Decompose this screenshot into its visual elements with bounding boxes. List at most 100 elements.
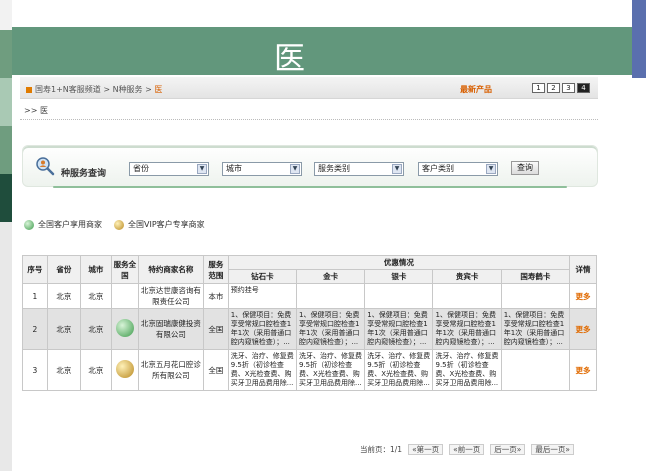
table-row: 3 北京 北京 北京五月花口腔诊所有限公司 全国 洗牙、治疗、修复费9.5折（初… <box>22 349 597 391</box>
col-header-detail: 详情 <box>569 255 597 284</box>
breadcrumb-item[interactable]: N种服务 <box>113 85 143 94</box>
slide-title-band: 医 <box>12 27 632 77</box>
page-button[interactable]: 1 <box>532 83 545 93</box>
col-header-crane: 国寿鹤卡 <box>500 269 571 284</box>
more-link[interactable]: 更多 <box>569 308 597 350</box>
cell-gold <box>295 283 366 309</box>
cell-city: 北京 <box>79 349 112 391</box>
green-badge-icon <box>115 319 134 337</box>
slide-strip <box>0 30 12 78</box>
chevron-down-icon: ▼ <box>392 164 402 174</box>
cell-merchant[interactable]: 北京达世康咨询有限责任公司 <box>137 283 204 309</box>
gold-badge-icon <box>115 360 134 378</box>
col-header-guest: 贵宾卡 <box>432 269 502 284</box>
web-page: 国寿1+N客服频道 > N种服务 > 医 最新产品 1 2 3 4 >> 医 种… <box>14 75 604 471</box>
cell-merchant[interactable]: 北京固瑞康健投资有限公司 <box>137 308 204 350</box>
cell-diamond: 1、保健项目：免费享受常规口腔检查1年1次（采用普通口腔内窥镜检查）；... <box>227 308 297 350</box>
cell-guest: 1、保健项目：免费享受常规口腔检查1年1次（采用普通口腔内窥镜检查）；... <box>432 308 502 350</box>
col-header-national: 服务全国 <box>110 255 139 284</box>
slide-accent-bar <box>632 0 646 78</box>
cell-crane <box>500 349 571 391</box>
cell-city: 北京 <box>79 283 112 309</box>
service-type-select-value: 服务类别 <box>318 164 350 173</box>
table-row: 2 北京 北京 北京固瑞康健投资有限公司 全国 1、保健项目：免费享受常规口腔检… <box>22 308 597 350</box>
slide-strip <box>0 126 12 174</box>
slide-strip <box>0 222 12 471</box>
cell-diamond: 洗牙、治疗、修复费9.5折（初诊检查费、X光检查费、购买牙卫用品费用除... <box>227 349 297 391</box>
page-button[interactable]: 2 <box>547 83 560 93</box>
last-page-button[interactable]: 最后一页» <box>531 444 574 455</box>
page-button-active[interactable]: 4 <box>577 83 590 93</box>
cell-crane: 1、保健项目：免费享受常规口腔检查1年1次（采用普通口腔内窥镜检查）；... <box>500 308 571 350</box>
col-header-diamond: 钻石卡 <box>227 269 297 284</box>
cell-province: 北京 <box>46 308 81 350</box>
cell-no: 2 <box>22 308 48 350</box>
more-link[interactable]: 更多 <box>569 349 597 391</box>
cell-province: 北京 <box>46 349 81 391</box>
slide-strip <box>0 78 12 126</box>
home-icon <box>26 86 32 93</box>
cell-silver: 1、保健项目：免费享受常规口腔检查1年1次（采用普通口腔内窥镜检查）；... <box>364 308 434 350</box>
chevron-down-icon: ▼ <box>290 164 300 174</box>
section-subheading: >> 医 <box>24 106 48 115</box>
search-label: 种服务查询 <box>61 169 107 179</box>
col-header-silver: 银卡 <box>364 269 434 284</box>
page-button[interactable]: 3 <box>562 83 575 93</box>
divider <box>20 119 598 120</box>
magnifier-person-icon <box>36 157 55 176</box>
breadcrumb-separator: > <box>145 85 152 94</box>
cell-crane <box>500 283 571 309</box>
green-badge-icon <box>24 219 34 230</box>
more-link[interactable]: 更多 <box>569 283 597 309</box>
service-type-select[interactable]: 服务类别 ▼ <box>314 162 404 176</box>
customer-type-select-value: 客户类别 <box>422 164 454 173</box>
cell-merchant[interactable]: 北京五月花口腔诊所有限公司 <box>137 349 204 391</box>
cell-guest <box>432 283 502 309</box>
cell-national <box>110 349 139 391</box>
col-header-no: 序号 <box>22 255 48 284</box>
search-panel: 种服务查询 省份 ▼ 城市 ▼ 服务类别 ▼ 客户类别 ▼ 查询 <box>22 145 598 188</box>
gold-badge-icon <box>114 219 124 230</box>
next-page-button[interactable]: 后一页» <box>490 444 526 455</box>
legend: 全国客户享用商家 全国VIP客户专享商家 <box>24 219 217 230</box>
merchant-table: 序号 省份 城市 服务全国 特约商家名称 服务范围 优惠情况 详情 钻石卡 金卡… <box>22 255 597 391</box>
legend-item: 全国VIP客户专享商家 <box>128 220 205 229</box>
cell-no: 1 <box>22 283 48 309</box>
customer-type-select[interactable]: 客户类别 ▼ <box>418 162 498 176</box>
slide-strip <box>0 174 12 222</box>
province-select[interactable]: 省份 ▼ <box>129 162 209 176</box>
prev-page-button[interactable]: «前一页 <box>449 444 485 455</box>
col-header-merchant: 特约商家名称 <box>137 255 204 284</box>
cell-province: 北京 <box>46 283 81 309</box>
new-products-label[interactable]: 最新产品 <box>460 84 492 95</box>
col-header-gold: 金卡 <box>295 269 366 284</box>
cell-guest: 洗牙、治疗、修复费9.5折（初诊检查费、X光检查费、购买牙卫用品费用除... <box>432 349 502 391</box>
current-page-label: 当前页：1/1 <box>360 445 403 454</box>
cell-no: 3 <box>22 349 48 391</box>
col-header-offers: 优惠情况 <box>227 255 571 270</box>
cell-gold: 1、保健项目：免费享受常规口腔检查1年1次（采用普通口腔内窥镜检查）；... <box>295 308 366 350</box>
query-button[interactable]: 查询 <box>511 161 539 175</box>
slide-title: 医 <box>274 41 305 77</box>
legend-item: 全国客户享用商家 <box>38 220 102 229</box>
cell-diamond: 预约挂号 <box>227 283 297 309</box>
first-page-button[interactable]: «第一页 <box>408 444 444 455</box>
breadcrumb-item[interactable]: 国寿1+N客服频道 <box>35 85 101 94</box>
table-row: 1 北京 北京 北京达世康咨询有限责任公司 本市 预约挂号 更多 <box>22 283 597 309</box>
breadcrumb-current: 医 <box>154 85 163 94</box>
cell-national <box>110 308 139 350</box>
province-select-value: 省份 <box>133 164 149 173</box>
col-header-city: 城市 <box>79 255 112 284</box>
breadcrumb: 国寿1+N客服频道 > N种服务 > 医 <box>26 84 162 95</box>
cell-scope: 全国 <box>202 308 229 350</box>
chevron-down-icon: ▼ <box>486 164 496 174</box>
city-select[interactable]: 城市 ▼ <box>222 162 302 176</box>
bottom-pager: 当前页：1/1 «第一页 «前一页 后一页» 最后一页» <box>360 444 574 455</box>
cell-silver <box>364 283 434 309</box>
cell-city: 北京 <box>79 308 112 350</box>
cell-scope: 本市 <box>202 283 229 309</box>
cell-silver: 洗牙、治疗、修复费9.5折（初诊检查费、X光检查费、购买牙卫用品费用除... <box>364 349 434 391</box>
city-select-value: 城市 <box>226 164 242 173</box>
cell-gold: 洗牙、治疗、修复费9.5折（初诊检查费、X光检查费、购买牙卫用品费用除... <box>295 349 366 391</box>
col-header-scope: 服务范围 <box>202 255 229 284</box>
